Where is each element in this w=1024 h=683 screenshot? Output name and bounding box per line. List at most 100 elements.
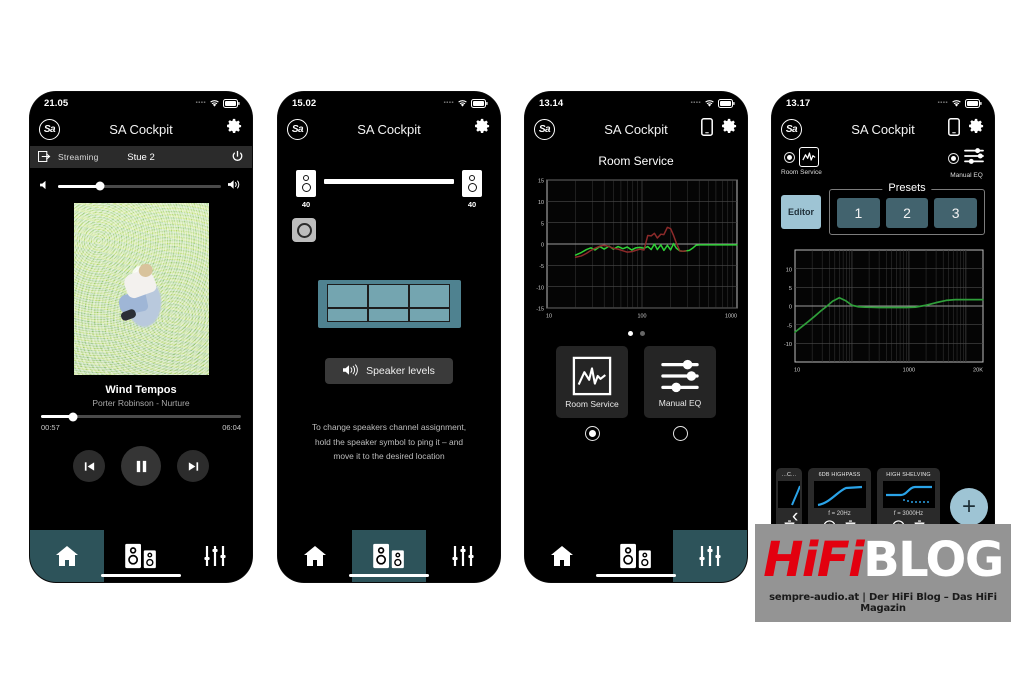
speaker-layout: 40 40 [278, 146, 500, 209]
sa-logo-icon: Sa [781, 118, 802, 140]
signal-dots-icon: ▪▪▪▪ [443, 100, 454, 106]
eq-mode-row: Room Service Manual EQ [525, 346, 747, 418]
preset-button-2[interactable]: 2 [885, 198, 929, 228]
speaker-levels-button[interactable]: Speaker levels [325, 358, 453, 384]
svg-text:-10: -10 [536, 285, 544, 291]
speaker-left-level: 40 [301, 200, 311, 209]
tab-equalizer[interactable] [178, 530, 252, 582]
eq-mode-label-manual-eq: Manual EQ [950, 172, 983, 179]
sliders-icon [963, 147, 985, 170]
source-bar[interactable]: Streaming Stue 2 [30, 146, 252, 168]
seek-slider[interactable] [41, 412, 241, 421]
filter-title: HIGH SHELVING [886, 472, 931, 478]
svg-text:10: 10 [786, 267, 792, 273]
battery-icon [718, 98, 735, 108]
tab-home[interactable] [525, 530, 599, 582]
add-filter-button[interactable]: + [950, 488, 988, 526]
mode-card-manual-eq[interactable]: Manual EQ [644, 346, 716, 418]
album-art [73, 203, 209, 375]
svg-text:-15: -15 [536, 307, 544, 313]
speaker-right[interactable]: 40 [462, 170, 482, 209]
signal-dots-icon: ▪▪▪▪ [195, 100, 206, 106]
battery-icon [965, 98, 982, 108]
speaker-left[interactable]: 40 [296, 170, 316, 209]
home-indicator [349, 573, 429, 577]
tab-home[interactable] [278, 530, 352, 582]
radio-room-service[interactable] [584, 426, 600, 441]
svg-text:-5: -5 [787, 323, 792, 329]
status-time: 13.17 [786, 97, 811, 109]
status-time: 21.05 [44, 97, 69, 109]
tab-equalizer[interactable] [426, 530, 500, 582]
play-pause-button[interactable] [121, 446, 161, 486]
speaker-levels-label: Speaker levels [366, 365, 435, 377]
screenshot-canvas: 21.05 ▪▪▪▪ Sa SA Cockpit Streaming Stue … [0, 0, 1024, 683]
highpass-curve-icon [813, 481, 866, 508]
home-indicator [596, 573, 676, 577]
tab-bar [525, 530, 747, 582]
phone-icon[interactable] [948, 117, 960, 141]
preset-button-3[interactable]: 3 [934, 198, 978, 228]
app-bar: Sa SA Cockpit [525, 112, 747, 146]
tab-bar [278, 530, 500, 582]
tab-equalizer[interactable] [673, 530, 747, 582]
battery-icon [223, 98, 240, 108]
page-dots[interactable] [525, 331, 747, 336]
speaker-icon[interactable] [462, 170, 482, 197]
volume-slider[interactable] [58, 181, 221, 191]
preset-button-1[interactable]: 1 [837, 198, 880, 228]
presets-section: Editor Presets 1 2 3 [781, 182, 985, 235]
gear-icon[interactable] [719, 117, 738, 141]
editor-button[interactable]: Editor [781, 195, 821, 229]
hint-line-3: move it to the desired location [333, 451, 445, 462]
filter-curve-icon [778, 481, 801, 508]
sa-logo-icon: Sa [39, 118, 60, 140]
sa-logo-icon: Sa [287, 118, 308, 140]
seek-row[interactable]: 00:57 06:04 [30, 408, 252, 432]
filter-title: ...C... [781, 472, 797, 478]
home-indicator [101, 573, 181, 577]
svg-text:-10: -10 [784, 342, 792, 348]
wifi-icon [951, 99, 962, 108]
presets-caption: Presets [882, 182, 932, 194]
eq-mode-label-room-service: Room Service [781, 169, 822, 176]
presets-group: Presets 1 2 3 [829, 182, 985, 235]
subwoofer-icon[interactable] [292, 218, 316, 242]
svg-text:5: 5 [541, 221, 544, 227]
filter-title: 6DB HIGHPASS [818, 472, 861, 478]
watermark-hifi: HiFi [763, 532, 864, 588]
volume-row[interactable] [30, 168, 252, 201]
status-bar: 21.05 ▪▪▪▪ [30, 92, 252, 112]
track-title: Wind Tempos [105, 384, 177, 396]
mode-label-room-service: Room Service [565, 398, 619, 409]
radio-manual-eq[interactable] [948, 153, 959, 164]
watermark-tagline: sempre-audio.at | Der HiFi Blog – Das Hi… [769, 592, 997, 614]
phone-icon[interactable] [701, 117, 713, 141]
signal-dots-icon: ▪▪▪▪ [690, 100, 701, 106]
power-icon[interactable] [231, 150, 244, 165]
eq-mode-manual-eq[interactable]: Manual EQ [948, 147, 985, 179]
mode-card-room-service[interactable]: Room Service [556, 346, 628, 418]
page-dot-2[interactable] [639, 331, 645, 336]
page-dot-1[interactable] [627, 331, 633, 336]
previous-button[interactable] [73, 450, 105, 482]
radio-room-service[interactable] [783, 151, 795, 163]
tab-home[interactable] [30, 530, 104, 582]
next-button[interactable] [177, 450, 209, 482]
hint-line-2: hold the speaker symbol to ping it – and [314, 436, 464, 447]
phone-room-service: 13.14 ▪▪▪▪ Sa SA Cockpit Room Service -1… [525, 92, 747, 582]
svg-text:1000: 1000 [903, 368, 915, 374]
status-time: 13.14 [539, 97, 564, 109]
room-service-chart: -15 -10 -5 0 5 10 15 10 100 1000 [529, 174, 741, 324]
status-time: 15.02 [292, 97, 317, 109]
gear-icon[interactable] [472, 117, 491, 141]
svg-text:20K: 20K [973, 368, 983, 374]
eq-mode-room-service[interactable]: Room Service [781, 147, 822, 176]
radio-manual-eq[interactable] [672, 426, 688, 441]
speaker-icon[interactable] [296, 170, 316, 197]
listening-position-sofa[interactable] [317, 280, 461, 328]
volume-high-icon [228, 177, 242, 195]
gear-icon[interactable] [224, 117, 243, 141]
highshelf-curve-icon [882, 481, 935, 508]
gear-icon[interactable] [966, 117, 985, 141]
